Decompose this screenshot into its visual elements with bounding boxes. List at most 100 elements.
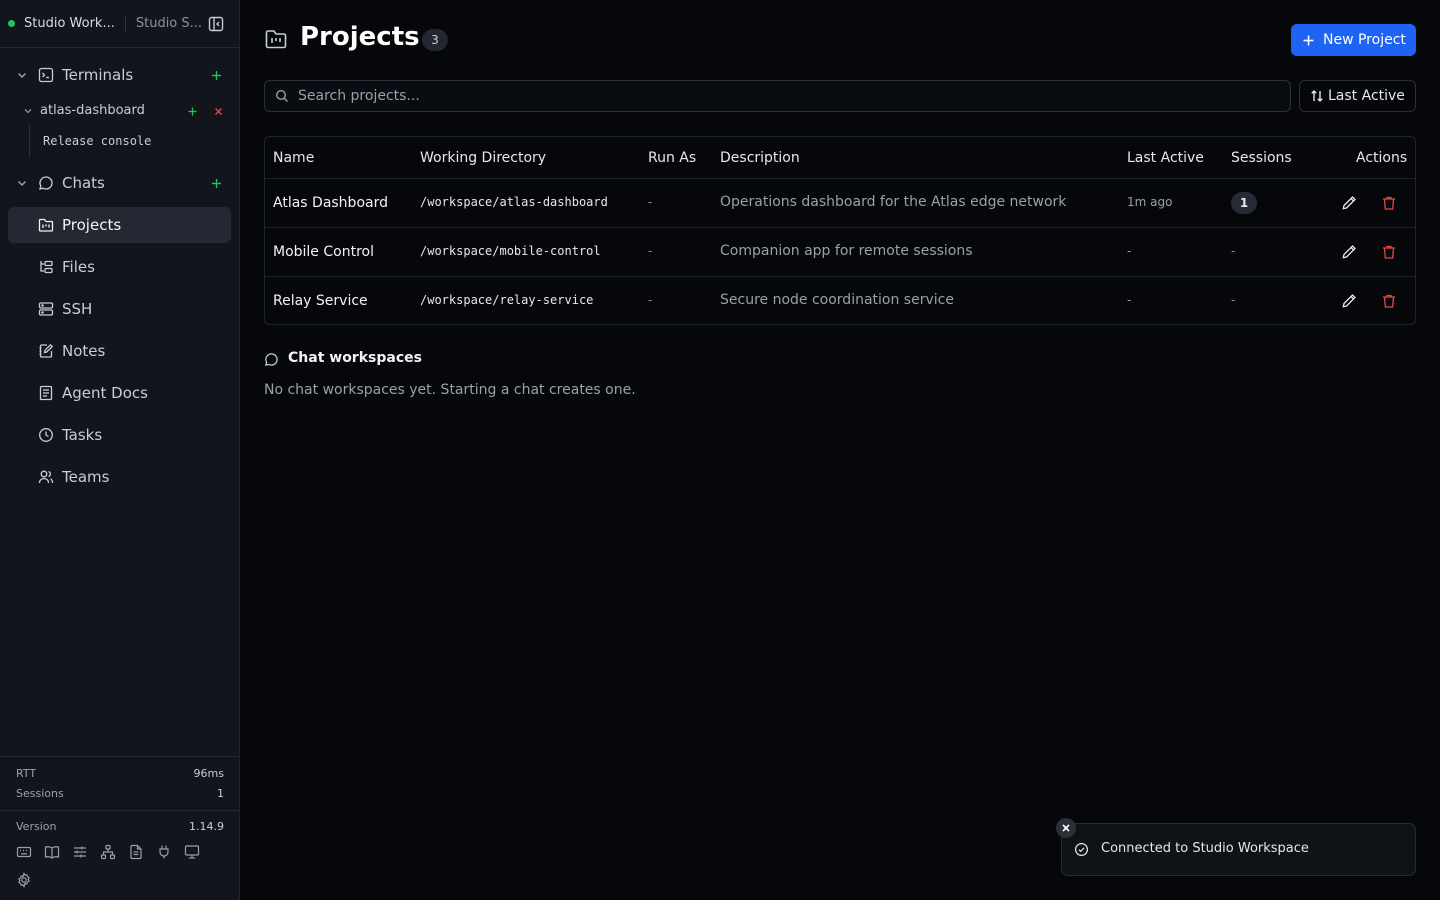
sidebar-item-tasks[interactable]: Tasks (8, 417, 231, 453)
sidebar-item-notes[interactable]: Notes (8, 333, 231, 369)
settings-gear-icon[interactable] (16, 872, 32, 888)
sort-arrows-icon (1311, 90, 1323, 102)
network-icon[interactable] (100, 844, 116, 860)
table-row[interactable]: Relay Service /workspace/relay-service -… (265, 276, 1415, 325)
sidebar-item-label: SSH (62, 300, 93, 318)
search-input[interactable] (298, 88, 1278, 104)
sidebar-item-label: Projects (62, 216, 122, 234)
sidebar-item-label: Agent Docs (62, 384, 148, 402)
tree-line (29, 124, 30, 158)
sidebar-collapse-icon[interactable] (208, 16, 224, 32)
add-chat-icon[interactable] (210, 177, 223, 190)
sidebar-item-projects[interactable]: Projects (8, 207, 231, 243)
sort-label: Last Active (1328, 88, 1405, 104)
project-description: Companion app for remote sessions (720, 243, 973, 259)
project-count-badge: 3 (422, 29, 448, 51)
chevron-down-icon[interactable] (23, 106, 33, 116)
column-header-description[interactable]: Description (720, 150, 800, 166)
search-bar[interactable] (264, 80, 1291, 112)
sidebar-item-label: Teams (62, 468, 110, 486)
sessions-badge: 1 (1231, 192, 1257, 214)
sessions-cell: - (1231, 244, 1236, 258)
file-text-icon[interactable] (128, 844, 144, 860)
workspace-switcher[interactable]: Studio Work... Studio S... (0, 0, 239, 48)
column-header-name[interactable]: Name (273, 150, 314, 166)
chat-icon (264, 352, 279, 367)
working-directory: /workspace/mobile-control (420, 244, 601, 258)
column-header-run-as[interactable]: Run As (648, 150, 696, 166)
workspace-name[interactable]: Studio Work... (24, 16, 115, 31)
plus-icon (1303, 35, 1314, 45)
last-active: - (1127, 293, 1132, 307)
table-row[interactable]: Mobile Control /workspace/mobile-control… (265, 227, 1415, 276)
sidebar-item-label: Tasks (62, 426, 103, 444)
close-session-icon[interactable] (213, 106, 224, 117)
terminal-icon (38, 67, 54, 83)
connection-stats: RTT 96ms Sessions 1 (0, 756, 240, 811)
sidebar-item-ssh[interactable]: SSH (8, 291, 231, 327)
new-project-button[interactable]: New Project (1291, 24, 1416, 56)
add-tab-icon[interactable] (187, 106, 198, 117)
sliders-icon[interactable] (72, 844, 88, 860)
search-icon (275, 89, 288, 102)
project-description: Secure node coordination service (720, 292, 954, 308)
sessions-cell: - (1231, 293, 1236, 307)
empty-state-message: No chat workspaces yet. Starting a chat … (264, 382, 636, 398)
last-active: - (1127, 244, 1132, 258)
edit-pencil-icon[interactable] (1341, 293, 1357, 309)
chevron-down-icon[interactable] (16, 69, 28, 81)
add-terminal-icon[interactable] (210, 69, 223, 82)
delete-trash-icon[interactable] (1381, 293, 1397, 309)
terminal-tab-item[interactable]: Release console (43, 134, 151, 148)
edit-pencil-icon[interactable] (1341, 195, 1357, 211)
book-open-icon[interactable] (44, 844, 60, 860)
workspace-alt-name[interactable]: Studio S... (136, 16, 202, 31)
project-name[interactable]: Relay Service (273, 293, 368, 309)
users-icon (38, 469, 54, 485)
terminal-session-label[interactable]: atlas-dashboard (40, 103, 145, 118)
chat-workspaces-heading: Chat workspaces (288, 350, 422, 366)
delete-trash-icon[interactable] (1381, 244, 1397, 260)
main-content: Projects 3 New Project Last Active Name … (241, 0, 1440, 900)
divider (124, 16, 126, 31)
terminal-session-item[interactable]: atlas-dashboard (0, 97, 240, 125)
book-icon (38, 385, 54, 401)
check-circle-icon (1074, 842, 1089, 857)
chevron-down-icon[interactable] (16, 177, 28, 189)
column-header-working-directory[interactable]: Working Directory (420, 150, 546, 166)
version-stat: Version 1.14.9 (16, 820, 224, 833)
sidebar-item-agent-docs[interactable]: Agent Docs (8, 375, 231, 411)
sidebar-item-label: Notes (62, 342, 106, 360)
delete-trash-icon[interactable] (1381, 195, 1397, 211)
run-as: - (648, 195, 653, 209)
sidebar-group-chats[interactable]: Chats (0, 165, 240, 201)
column-header-last-active[interactable]: Last Active (1127, 150, 1204, 166)
folder-tree-icon (38, 259, 54, 275)
stat-value: 96ms (193, 767, 224, 780)
chat-icon (38, 175, 54, 191)
sidebar-group-label: Terminals (62, 66, 134, 84)
rtt-stat: RTT 96ms (16, 767, 224, 780)
close-icon[interactable] (1056, 818, 1076, 838)
project-name[interactable]: Mobile Control (273, 244, 374, 260)
sidebar-item-label: Files (62, 258, 95, 276)
edit-pencil-icon[interactable] (1341, 244, 1357, 260)
server-icon (38, 301, 54, 317)
sort-button[interactable]: Last Active (1299, 80, 1416, 112)
run-as: - (648, 244, 653, 258)
last-active: 1m ago (1127, 195, 1173, 209)
page-title: Projects (300, 22, 420, 52)
keyboard-icon[interactable] (16, 844, 32, 860)
table-row[interactable]: Atlas Dashboard /workspace/atlas-dashboa… (265, 178, 1415, 227)
project-name[interactable]: Atlas Dashboard (273, 195, 388, 211)
toast-message: Connected to Studio Workspace (1101, 841, 1309, 856)
monitor-icon[interactable] (184, 844, 200, 860)
column-header-sessions[interactable]: Sessions (1231, 150, 1292, 166)
plug-icon[interactable] (156, 844, 172, 860)
notebook-pen-icon (38, 343, 54, 359)
working-directory: /workspace/atlas-dashboard (420, 195, 608, 209)
working-directory: /workspace/relay-service (420, 293, 594, 307)
sidebar-group-terminals[interactable]: Terminals (0, 57, 240, 93)
sidebar-item-teams[interactable]: Teams (8, 459, 231, 495)
sidebar-item-files[interactable]: Files (8, 249, 231, 285)
